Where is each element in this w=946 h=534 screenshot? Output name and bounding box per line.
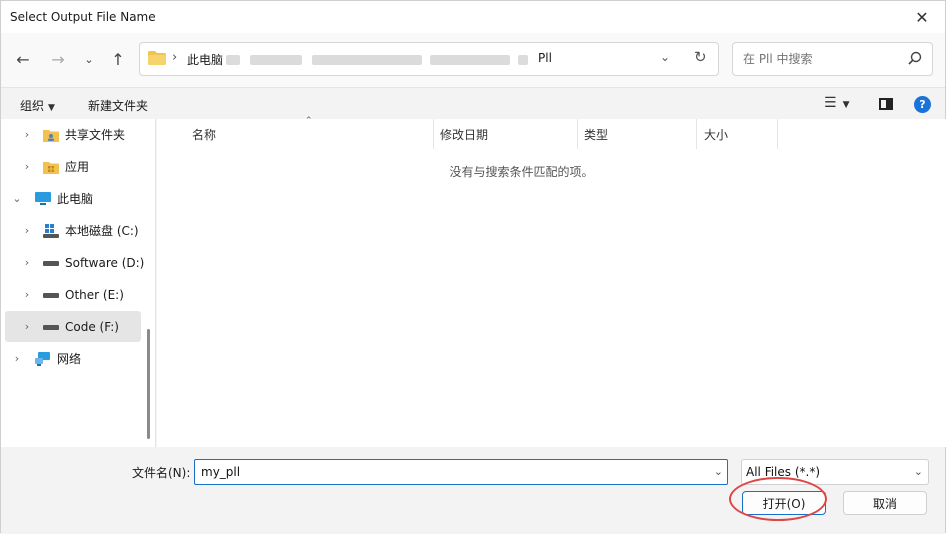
chevron-right-icon[interactable]: › (21, 256, 33, 269)
chevron-right-icon[interactable]: › (21, 320, 33, 333)
close-icon: ✕ (915, 7, 929, 27)
network-icon (35, 352, 50, 366)
forward-button[interactable]: → (47, 48, 69, 70)
organize-label: 组织 (20, 99, 45, 113)
sidebar-item-label: Other (E:) (65, 287, 124, 302)
sidebar-item-label: Code (F:) (65, 319, 119, 334)
drive-icon (43, 261, 59, 266)
organize-menu[interactable]: 组织 ▼ (20, 97, 55, 114)
search-icon (908, 51, 922, 65)
up-button[interactable]: ↑ (107, 48, 129, 70)
chevron-right-icon: › (172, 50, 178, 65)
computer-icon (35, 192, 51, 205)
sidebar-item-drive-f[interactable]: › Code (F:) (5, 311, 141, 342)
command-bar: 组织 ▼ 新建文件夹 ☰ ▼ ? (1, 87, 945, 119)
file-list[interactable]: ⌃ 名称 修改日期 类型 大小 没有与搜索条件匹配的项。 (157, 116, 946, 447)
view-menu-button[interactable]: ☰ ▼ (824, 95, 849, 111)
column-header-name[interactable]: ⌃ 名称 (157, 116, 434, 149)
chevron-right-icon[interactable]: › (21, 160, 33, 173)
windows-drive-icon (43, 224, 59, 238)
chevron-right-icon[interactable]: › (21, 288, 33, 301)
window-title: Select Output File Name (10, 10, 156, 24)
navigation-bar: ← → ⌄ ↑ › 此电脑 Pll ⌄ ↻ (1, 33, 945, 87)
redacted-path (312, 55, 422, 65)
filetype-value: All Files (*.*) (746, 465, 821, 479)
empty-message: 没有与搜索条件匹配的项。 (449, 165, 594, 179)
apps-folder-icon (43, 162, 59, 174)
drive-icon (43, 325, 59, 330)
redacted-path (250, 55, 302, 65)
filetype-select[interactable]: All Files (*.*) ⌄ (741, 459, 929, 485)
chevron-down-icon: ⌄ (84, 52, 94, 66)
sidebar-item-label: Software (D:) (65, 255, 145, 270)
column-label: 类型 (584, 128, 609, 142)
search-input[interactable] (741, 49, 901, 69)
chevron-down-icon[interactable]: ⌄ (660, 50, 670, 64)
folder-icon (148, 51, 166, 65)
breadcrumb-this-pc[interactable]: 此电脑 (187, 51, 223, 68)
sidebar-item-apps[interactable]: › 应用 (5, 151, 141, 182)
drive-icon (43, 293, 59, 298)
chevron-down-icon[interactable]: ⌄ (11, 192, 23, 205)
redacted-path (226, 55, 240, 65)
sidebar-item-this-pc[interactable]: ⌄ 此电脑 (5, 183, 141, 214)
sidebar-item-shared[interactable]: › 共享文件夹 (5, 119, 141, 150)
column-header-date[interactable]: 修改日期 (434, 119, 578, 149)
chevron-down-icon[interactable]: ⌄ (714, 465, 723, 478)
arrow-left-icon: ← (16, 49, 30, 69)
sidebar-item-label: 应用 (65, 160, 90, 174)
column-label: 名称 (192, 128, 217, 142)
arrow-right-icon: → (51, 49, 65, 69)
sidebar-item-label: 本地磁盘 (C:) (65, 224, 139, 238)
sidebar-item-drive-c[interactable]: › 本地磁盘 (C:) (5, 215, 141, 246)
back-button[interactable]: ← (12, 48, 34, 70)
column-label: 修改日期 (440, 128, 489, 142)
breadcrumb-current[interactable]: Pll (538, 51, 552, 65)
sidebar-item-label: 网络 (57, 352, 82, 366)
sidebar-item-drive-d[interactable]: › Software (D:) (5, 247, 145, 278)
chevron-right-icon[interactable]: › (11, 352, 23, 365)
open-button-label: 打开(O) (762, 496, 806, 511)
recent-locations-button[interactable]: ⌄ (78, 48, 100, 70)
arrow-up-icon: ↑ (111, 49, 125, 69)
redacted-path (430, 55, 510, 65)
sidebar-item-drive-e[interactable]: › Other (E:) (5, 279, 141, 310)
column-header-size[interactable]: 大小 (697, 119, 778, 149)
column-header-type[interactable]: 类型 (578, 119, 697, 149)
list-view-icon: ☰ (824, 95, 837, 111)
column-label: 大小 (704, 128, 729, 142)
open-button[interactable]: 打开(O) (742, 491, 826, 515)
help-icon[interactable]: ? (914, 96, 931, 113)
chevron-right-icon[interactable]: › (21, 224, 33, 237)
close-button[interactable]: ✕ (899, 1, 945, 33)
chevron-down-icon: ⌄ (913, 465, 923, 478)
caret-down-icon: ▼ (48, 103, 55, 113)
filename-combobox[interactable]: ⌄ (194, 459, 728, 485)
cancel-button[interactable]: 取消 (843, 491, 927, 515)
cancel-button-label: 取消 (872, 496, 897, 511)
shared-folder-icon (43, 130, 59, 142)
filename-label: 文件名(N): (132, 466, 191, 480)
file-dialog: Select Output File Name ✕ ← → ⌄ ↑ › 此电脑 (0, 0, 946, 534)
new-folder-button[interactable]: 新建文件夹 (88, 97, 148, 114)
sidebar-scrollbar[interactable] (147, 329, 150, 439)
sort-up-icon: ⌃ (305, 116, 313, 126)
search-box[interactable] (732, 42, 933, 76)
sidebar-item-label: 此电脑 (57, 192, 94, 206)
sidebar-item-label: 共享文件夹 (65, 128, 126, 142)
refresh-icon[interactable]: ↻ (694, 48, 707, 66)
title-bar: Select Output File Name ✕ (1, 1, 945, 33)
caret-down-icon: ▼ (842, 100, 850, 110)
preview-pane-icon[interactable] (879, 98, 893, 110)
redacted-path (518, 55, 528, 65)
address-bar[interactable]: › 此电脑 Pll ⌄ ↻ (139, 42, 719, 76)
dialog-footer: 文件名(N): ⌄ All Files (*.*) ⌄ 打开(O) 取消 (1, 447, 945, 534)
sidebar-item-network[interactable]: › 网络 (5, 343, 141, 374)
filename-input[interactable] (199, 463, 699, 481)
chevron-right-icon[interactable]: › (21, 128, 33, 141)
new-folder-label: 新建文件夹 (88, 99, 149, 113)
